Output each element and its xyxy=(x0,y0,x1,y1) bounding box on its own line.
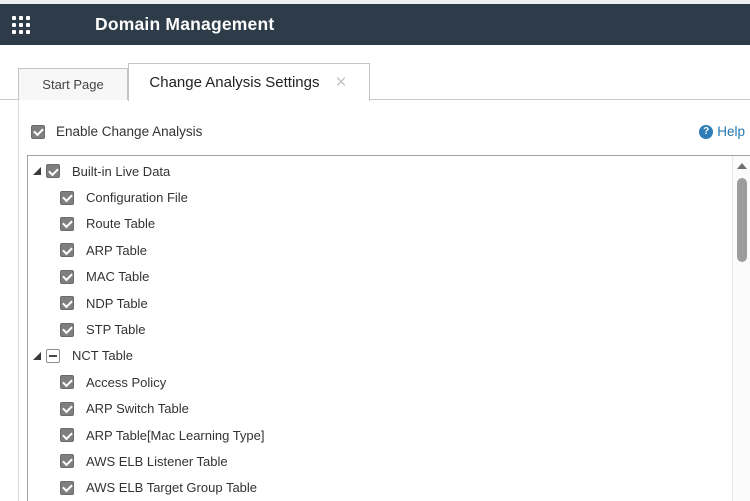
tree-row: Access Policy xyxy=(28,369,731,395)
tree-item-checkbox[interactable] xyxy=(60,217,74,231)
tab-start-page[interactable]: Start Page xyxy=(18,68,128,100)
tree-item-label[interactable]: Access Policy xyxy=(86,375,166,390)
tree-item-checkbox[interactable] xyxy=(46,164,60,178)
tab-content: Enable Change Analysis ? Help Built-in L… xyxy=(18,100,750,501)
tree-item-label[interactable]: ARP Table[Mac Learning Type] xyxy=(86,428,265,443)
tab-change-analysis-settings-label: Change Analysis Settings xyxy=(149,74,319,91)
tree-row: ARP Switch Table xyxy=(28,396,731,422)
tree-row: NCT Table xyxy=(28,343,731,369)
tree-item-checkbox[interactable] xyxy=(60,481,74,495)
tab-start-page-label: Start Page xyxy=(42,77,103,92)
tree-row: ARP Table[Mac Learning Type] xyxy=(28,422,731,448)
enable-change-analysis-label: Enable Change Analysis xyxy=(56,124,202,139)
app-header: Domain Management xyxy=(0,4,750,45)
expand-triangle-icon[interactable] xyxy=(33,167,41,175)
tree-row: Configuration File xyxy=(28,184,731,210)
tree-item-label[interactable]: Built-in Live Data xyxy=(72,164,170,179)
tree-row: NDP Table xyxy=(28,290,731,316)
help-icon[interactable]: ? xyxy=(699,125,713,139)
close-icon[interactable]: × xyxy=(334,76,349,90)
tree-item-label[interactable]: ARP Switch Table xyxy=(86,401,189,416)
tree-item-label[interactable]: ARP Table xyxy=(86,243,147,258)
enable-change-analysis-row: Enable Change Analysis xyxy=(31,124,202,139)
help-label: Help xyxy=(717,124,745,139)
tree-item-label[interactable]: NDP Table xyxy=(86,296,148,311)
tree-item-label[interactable]: STP Table xyxy=(86,322,146,337)
tab-strip: Start Page Change Analysis Settings × xyxy=(0,63,750,100)
tree-item-label[interactable]: AWS ELB Target Group Table xyxy=(86,480,257,495)
expand-triangle-icon[interactable] xyxy=(33,352,41,360)
help-link[interactable]: ? Help xyxy=(699,124,745,139)
scroll-up-arrow-icon[interactable] xyxy=(737,163,747,169)
scrollbar-thumb[interactable] xyxy=(737,178,747,262)
page-title: Domain Management xyxy=(95,4,274,45)
tree-row: Route Table xyxy=(28,211,731,237)
tree-item-checkbox[interactable] xyxy=(60,296,74,310)
tree-row: AWS ELB Listener Table xyxy=(28,448,731,474)
vertical-scrollbar[interactable] xyxy=(732,156,750,501)
tree-item-checkbox[interactable] xyxy=(60,323,74,337)
tree-item-checkbox[interactable] xyxy=(60,191,74,205)
change-analysis-tree-panel: Built-in Live Data Configuration File Ro… xyxy=(27,155,750,501)
domain-management-window: Domain Management Start Page Change Anal… xyxy=(0,0,750,501)
tree-item-checkbox[interactable] xyxy=(60,428,74,442)
tree-item-checkbox[interactable] xyxy=(60,375,74,389)
tree-item-label[interactable]: NCT Table xyxy=(72,348,133,363)
tab-change-analysis-settings[interactable]: Change Analysis Settings × xyxy=(128,63,370,101)
tree-item-label[interactable]: Configuration File xyxy=(86,190,188,205)
tree-item-checkbox[interactable] xyxy=(60,243,74,257)
tree-item-label[interactable]: MAC Table xyxy=(86,269,149,284)
tree-item-checkbox[interactable] xyxy=(60,454,74,468)
tree-row: MAC Table xyxy=(28,264,731,290)
app-launcher-grid-icon[interactable] xyxy=(12,16,30,34)
tree-item-checkbox[interactable] xyxy=(60,402,74,416)
tree-item-label[interactable]: AWS ELB Listener Table xyxy=(86,454,228,469)
enable-change-analysis-checkbox[interactable] xyxy=(31,125,45,139)
tree-item-checkbox[interactable] xyxy=(46,349,60,363)
tree: Built-in Live Data Configuration File Ro… xyxy=(28,158,731,501)
tree-row: ARP Table xyxy=(28,237,731,263)
tree-item-label[interactable]: Route Table xyxy=(86,216,155,231)
tree-row: AWS ELB Target Group Table xyxy=(28,475,731,501)
tree-row: Built-in Live Data xyxy=(28,158,731,184)
tree-row: STP Table xyxy=(28,316,731,342)
tree-item-checkbox[interactable] xyxy=(60,270,74,284)
